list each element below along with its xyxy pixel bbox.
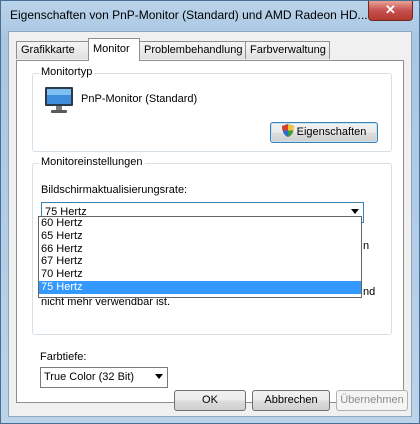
tab-monitor[interactable]: Monitor: [88, 38, 140, 61]
monitor-type-group-label: Monitortyp: [39, 66, 95, 78]
monitor-icon: [45, 87, 73, 113]
tab-farbverwaltung[interactable]: Farbverwaltung: [245, 41, 330, 59]
apply-button[interactable]: Übernehmen: [336, 390, 408, 411]
refresh-rate-label: Bildschirmaktualisierungsrate:: [41, 184, 188, 196]
option-60-hertz[interactable]: 60 Hertz: [39, 217, 361, 230]
option-65-hertz[interactable]: 65 Hertz: [39, 230, 361, 243]
tab-grafikkarte[interactable]: Grafikkarte: [16, 41, 89, 59]
cancel-button[interactable]: Abbrechen: [252, 390, 330, 411]
option-70-hertz[interactable]: 70 Hertz: [39, 268, 361, 281]
monitor-settings-group-label: Monitoreinstellungen: [39, 156, 145, 168]
option-75-hertz[interactable]: 75 Hertz: [39, 280, 361, 294]
monitor-name: PnP-Monitor (Standard): [81, 93, 198, 105]
chevron-down-icon: [351, 209, 359, 214]
color-depth-label: Farbtiefe:: [40, 351, 87, 363]
monitor-properties-label: Eigenschaften: [296, 126, 367, 138]
color-depth-value: True Color (32 Bit): [44, 371, 135, 383]
obscured-text-fragment: n: [363, 240, 370, 252]
color-depth-dropdown[interactable]: True Color (32 Bit): [40, 367, 168, 388]
option-66-hertz[interactable]: 66 Hertz: [39, 243, 361, 256]
ok-button[interactable]: OK: [174, 390, 246, 411]
title-bar[interactable]: Eigenschaften von PnP-Monitor (Standard)…: [1, 1, 419, 31]
monitor-properties-button[interactable]: Eigenschaften: [270, 122, 378, 143]
option-67-hertz[interactable]: 67 Hertz: [39, 255, 361, 268]
obscured-text-fragment: nd: [363, 286, 376, 298]
dialog-window: Eigenschaften von PnP-Monitor (Standard)…: [0, 0, 420, 424]
chevron-down-icon: [155, 374, 163, 379]
window-title: Eigenschaften von PnP-Monitor (Standard)…: [10, 8, 368, 22]
refresh-rate-options-list[interactable]: 60 Hertz 65 Hertz 66 Hertz 67 Hertz 70 H…: [38, 216, 362, 298]
monitor-type-group: Monitortyp PnP-Monitor (Standard) Eigens…: [32, 66, 392, 152]
close-button[interactable]: ✕: [368, 1, 413, 21]
tab-problembehandlung[interactable]: Problembehandlung: [139, 41, 246, 59]
shield-icon: [281, 124, 294, 137]
